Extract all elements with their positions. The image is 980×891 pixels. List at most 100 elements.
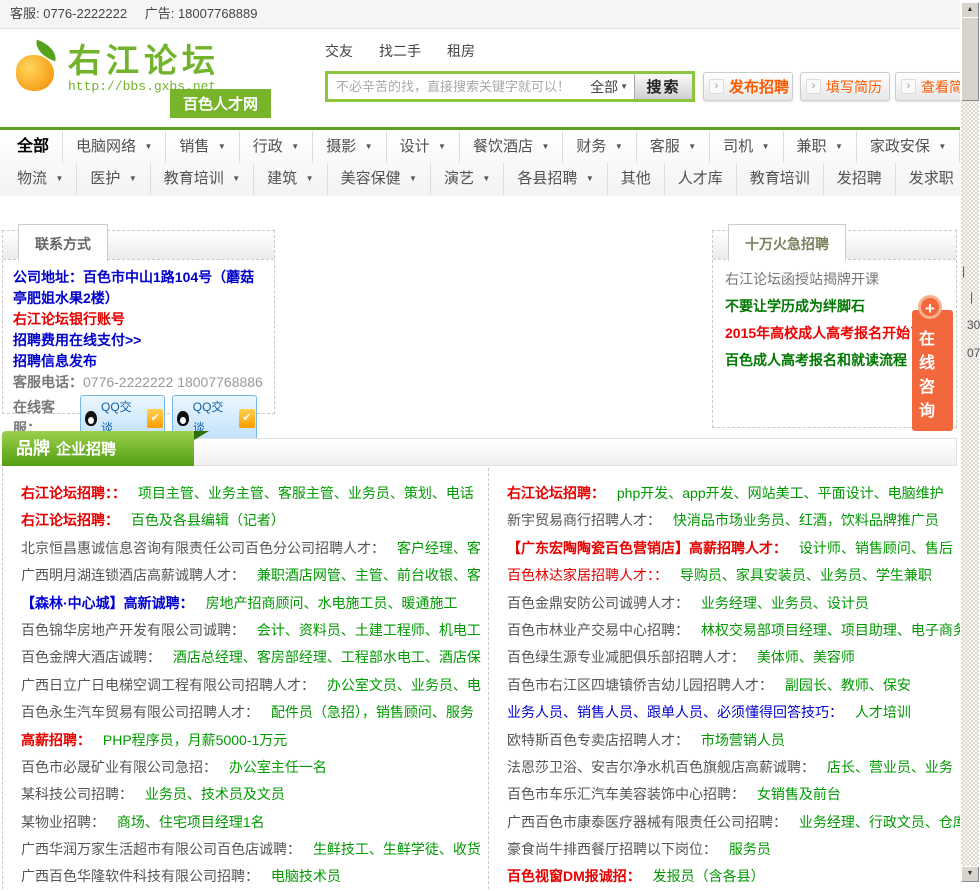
job-listing-row[interactable]: 百色永生汽车贸易有限公司招聘人才： 配件员（急招），销售顾问、服务 [21,699,488,726]
job-listing-row[interactable]: 广西明月湖连锁酒店高薪诚聘人才： 兼职酒店网管、主管、前台收银、客 [21,562,488,589]
job-listing-row[interactable]: 右江论坛招聘：： 项目主管、业务主管、客服主管、业务员、策划、电话 [21,480,488,507]
job-listing-row[interactable]: 豪食尚牛排西餐厅招聘以下岗位： 服务员 [507,836,977,863]
contact-line[interactable]: 公司地址：百色市中山1路104号（蘑菇亭肥姐水果2楼） [13,267,264,309]
job-links[interactable]: 办公室主任一名 [229,759,327,775]
job-listing-row[interactable]: 北京恒昌惠诚信息咨询有限责任公司百色分公司招聘人才： 客户经理、客 [21,535,488,562]
nav-item[interactable]: 兼职 ▼ [782,131,856,163]
quick-link[interactable]: 租房 [447,43,475,59]
search-scope-dropdown[interactable]: 全部 ▼ [584,74,634,99]
job-listing-row[interactable]: 百色市车乐汇汽车美容装饰中心招聘： 女销售及前台 [507,781,977,808]
post-job-button[interactable]: › 发布招聘 [703,72,793,101]
nav-item[interactable]: 司机 ▼ [709,131,782,163]
nav-item[interactable]: 教育培训 [735,163,823,195]
job-listing-row[interactable]: 百色市林业产交易中心招聘： 林权交易部项目经理、项目助理、电子商务 [507,617,977,644]
nav-item[interactable]: 客服 ▼ [635,131,709,163]
job-links[interactable]: 客户经理、客 [397,540,481,556]
job-links[interactable]: 女销售及前台 [757,786,841,802]
job-listing-row[interactable]: 百色市必晟矿业有限公司急招： 办公室主任一名 [21,754,488,781]
job-listing-row[interactable]: 百色金鼎安防公司诚骋人才： 业务经理、业务员、设计员 [507,590,977,617]
fill-resume-button[interactable]: › 填写简历 [800,72,890,101]
nav-item[interactable]: 餐饮酒店 ▼ [458,131,562,163]
job-listing-row[interactable]: 【森林·中心城】高新诚聘： 房地产招商顾问、水电施工员、暖通施工 [21,590,488,617]
job-links[interactable]: 副园长、教师、保安 [785,677,911,693]
job-links[interactable]: 配件员（急招），销售顾问、服务 [271,704,474,720]
job-links[interactable]: 发报员（含各县） [653,868,765,884]
job-links[interactable]: 快消品市场业务员、红酒，饮料品牌推广员 [673,512,939,528]
nav-item[interactable]: 建筑 ▼ [253,163,326,195]
contact-line[interactable]: 右江论坛银行账号 [13,309,264,330]
job-listing-row[interactable]: 右江论坛招聘： php开发、app开发、网站美工、平面设计、电脑维护 [507,480,977,507]
job-links[interactable]: 办公室文员、业务员、电 [327,677,481,693]
job-listing-row[interactable]: 新宇贸易商行招聘人才： 快消品市场业务员、红酒，饮料品牌推广员 [507,507,977,534]
job-listing-row[interactable]: 欧特斯百色专卖店招聘人才： 市场营销人员 [507,727,977,754]
quick-link[interactable]: 找二手 [379,43,421,59]
job-links[interactable]: 电脑技术员 [271,868,341,884]
contact-line[interactable]: 招聘费用在线支付>> [13,330,264,351]
nav-item[interactable]: 销售 ▼ [165,131,238,163]
nav-item[interactable]: 发求职 [894,163,967,195]
job-listing-row[interactable]: 广西百色华隆软件科技有限公司招聘： 电脑技术员 [21,863,488,889]
scrollbar-thumb[interactable] [961,17,979,101]
job-links[interactable]: PHP程序员，月薪5000-1万元 [103,732,287,748]
scrollbar-track[interactable] [961,16,979,866]
job-listing-row[interactable]: 百色视窗DM报诚招： 发报员（含各县） [507,863,977,889]
site-logo[interactable]: 右江论坛 http://bbs.gxbs.net [14,39,220,94]
tab-urgent-jobs[interactable]: 十万火急招聘 [728,224,846,261]
nav-item[interactable]: 物流 ▼ [4,163,76,195]
nav-item[interactable]: 教育培训 ▼ [149,163,253,195]
job-links[interactable]: 店长、营业员、业务 [827,759,953,775]
nav-item[interactable]: 发招聘 [822,163,895,195]
contact-line[interactable]: 招聘信息发布 [13,351,264,372]
scroll-down-arrow-icon[interactable]: ▼ [961,866,979,882]
tab-contact[interactable]: 联系方式 [18,224,108,261]
brand-jobs-tab[interactable]: 品牌 企业招聘 [2,431,194,466]
job-listing-row[interactable]: 广西日立广日电梯空调工程有限公司招聘人才： 办公室文员、业务员、电 [21,672,488,699]
job-links[interactable]: 兼职酒店网管、主管、前台收银、客 [257,567,481,583]
job-links[interactable]: 会计、资料员、土建工程师、机电工 [257,622,481,638]
job-links[interactable]: 美体师、美容师 [757,649,855,665]
scroll-up-arrow-icon[interactable]: ▲ [961,2,979,18]
job-links[interactable]: 设计师、销售顾问、售后 [799,540,953,556]
job-links[interactable]: 服务员 [729,841,771,857]
nav-item[interactable]: 其他 [606,163,664,195]
job-listing-row[interactable]: 右江论坛招聘： 百色及各县编辑（记者） [21,507,488,534]
job-listing-row[interactable]: 百色绿生源专业减肥俱乐部招聘人才： 美体师、美容师 [507,644,977,671]
nav-item[interactable]: 家政安保 ▼ [855,131,959,163]
job-listing-row[interactable]: 百色林达家居招聘人才：： 导购员、家具安装员、业务员、学生兼职 [507,562,977,589]
job-links[interactable]: 房地产招商顾问、水电施工员、暖通施工 [206,595,458,611]
job-links[interactable]: 酒店总经理、客房部经理、工程部水电工、酒店保 [173,649,481,665]
nav-item[interactable]: 设计 ▼ [385,131,459,163]
job-listing-row[interactable]: 广西华润万家生活超市有限公司百色店诚聘： 生鲜技工、生鲜学徒、收货 [21,836,488,863]
job-listing-row[interactable]: 高薪招聘： PHP程序员，月薪5000-1万元 [21,727,488,754]
nav-item[interactable]: 美容保健 ▼ [326,163,430,195]
nav-item[interactable]: 人才库 [663,163,736,195]
job-links[interactable]: 百色及各县编辑（记者） [131,512,285,528]
job-links[interactable]: 商场、住宅项目经理1名 [117,814,265,830]
quick-link[interactable]: 交友 [325,43,353,59]
nav-item[interactable]: 摄影 ▼ [312,131,385,163]
job-links[interactable]: 人才培训 [855,704,911,720]
job-links[interactable]: 林权交易部项目经理、项目助理、电子商务 [701,622,967,638]
nav-item[interactable]: 演艺 ▼ [429,163,503,195]
online-consult-widget[interactable]: + 在线咨询 [912,295,953,431]
job-listing-row[interactable]: 【广东宏陶陶瓷百色营销店】高薪招聘人才： 设计师、销售顾问、售后 [507,535,977,562]
job-links[interactable]: 项目主管、业务主管、客服主管、业务员、策划、电话 [138,485,474,501]
nav-item[interactable]: 各县招聘 ▼ [503,163,606,195]
job-listing-row[interactable]: 某物业招聘： 商场、住宅项目经理1名 [21,809,488,836]
job-links[interactable]: php开发、app开发、网站美工、平面设计、电脑维护 [617,485,944,501]
search-button[interactable]: 搜索 [634,74,692,99]
job-links[interactable]: 导购员、家具安装员、业务员、学生兼职 [680,567,932,583]
job-listing-row[interactable]: 百色市右江区四塘镇侨吉幼儿园招聘人才： 副园长、教师、保安 [507,672,977,699]
nav-item[interactable]: 电脑网络 ▼ [62,131,165,163]
job-links[interactable]: 业务员、技术员及文员 [145,786,285,802]
job-listing-row[interactable]: 百色锦华房地产开发有限公司诚聘： 会计、资料员、土建工程师、机电工 [21,617,488,644]
job-links[interactable]: 生鲜技工、生鲜学徒、收货 [313,841,481,857]
job-listing-row[interactable]: 广西百色市康泰医疗器械有限责任公司招聘： 业务经理、行政文员、仓库 [507,809,977,836]
job-listing-row[interactable]: 法恩莎卫浴、安吉尔净水机百色旗舰店高薪诚聘： 店长、营业员、业务 [507,754,977,781]
job-links[interactable]: 业务经理、行政文员、仓库 [799,814,967,830]
job-links[interactable]: 市场营销人员 [701,732,785,748]
nav-item[interactable]: 行政 ▼ [238,131,312,163]
job-links[interactable]: 业务经理、业务员、设计员 [701,595,869,611]
nav-item[interactable]: 全部 [4,131,62,163]
job-listing-row[interactable]: 业务人员、销售人员、跟单人员、必须懂得回答技巧： 人才培训 [507,699,977,726]
